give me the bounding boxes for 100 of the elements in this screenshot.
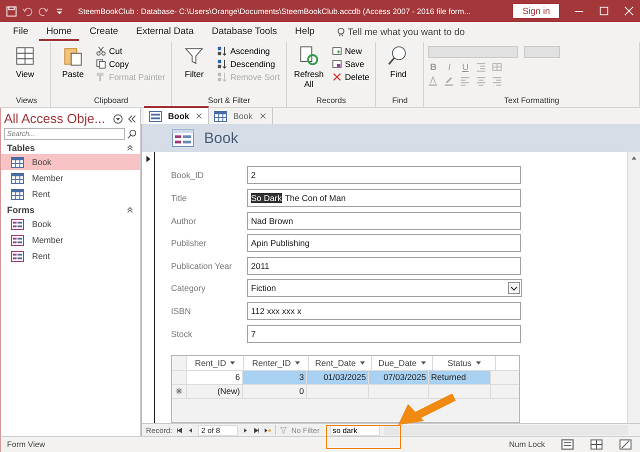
document-tab[interactable]: Book — [144, 106, 210, 124]
tell-me-field[interactable]: Tell me what you want to do — [346, 26, 500, 38]
lightbulb-icon — [336, 27, 346, 37]
table-cell: 07/03/2025 — [369, 370, 429, 384]
column-header[interactable]: Status — [433, 356, 496, 370]
search-icon[interactable] — [127, 129, 137, 139]
ribbon-button[interactable]: Save — [330, 58, 372, 70]
ribbon-tab[interactable]: Create — [82, 23, 126, 41]
ribbon-tab[interactable]: Help — [288, 23, 322, 41]
dropdown-arrow-icon[interactable] — [360, 360, 365, 365]
table-icon — [11, 188, 24, 200]
scrollbar[interactable] — [627, 152, 640, 423]
maximize-icon[interactable] — [599, 6, 609, 16]
group-label: Clipboard — [92, 96, 130, 107]
column-header[interactable]: Due_Date — [372, 356, 433, 370]
form-icon — [149, 110, 162, 122]
next-record-icon[interactable] — [242, 426, 250, 434]
field-label: Publisher — [171, 238, 208, 248]
navigation-item[interactable]: Book — [1, 154, 140, 170]
close-icon[interactable] — [195, 112, 204, 120]
section-header[interactable]: Forms — [7, 205, 35, 215]
navigation-item[interactable]: Rent — [1, 186, 140, 202]
collapse-icon[interactable] — [126, 206, 134, 214]
scrollbar[interactable] — [384, 425, 628, 435]
ribbon-button[interactable]: Delete — [330, 71, 372, 83]
funnel-icon — [280, 426, 288, 434]
scroll-up-icon[interactable] — [630, 154, 638, 162]
column-header[interactable]: Rent_Date — [309, 356, 372, 370]
new-record-icon — [175, 387, 183, 396]
font-color-icon[interactable] — [428, 76, 438, 86]
ribbon-button[interactable]: Paste — [55, 45, 91, 96]
ribbon-button[interactable]: Find — [380, 45, 416, 96]
navigation-item[interactable]: Book — [1, 216, 140, 232]
ribbon-tab[interactable]: File — [6, 23, 36, 41]
form-icon — [172, 129, 194, 147]
new-record-icon[interactable] — [264, 426, 272, 434]
ribbon-button[interactable]: Cut — [94, 45, 168, 57]
refresh-icon — [298, 45, 320, 67]
dropdown-circle-icon[interactable] — [113, 114, 123, 124]
ribbon-button[interactable]: New — [330, 45, 372, 57]
dropdown-arrow-icon[interactable] — [294, 360, 300, 365]
new-icon — [332, 46, 342, 56]
ribbon-button[interactable]: Filter — [176, 45, 212, 96]
sign-in-button[interactable]: Sign in — [513, 4, 559, 18]
brush-icon — [96, 72, 106, 82]
ribbon-button[interactable]: Ascending — [215, 45, 282, 57]
design-view-icon[interactable] — [619, 439, 632, 450]
ribbon-tab[interactable]: External Data — [129, 23, 201, 41]
pane-title: All Access Obje... — [4, 111, 106, 126]
dropdown-arrow-icon[interactable] — [420, 360, 426, 365]
table-cell: Returned — [429, 370, 491, 384]
redo-icon[interactable] — [38, 6, 49, 16]
text-field[interactable]: 112 xxx xxx x — [247, 302, 521, 320]
column-header[interactable]: Renter_ID — [244, 356, 309, 370]
navigation-item[interactable]: Member — [1, 232, 140, 248]
group-label: Find — [391, 96, 409, 107]
section-header[interactable]: Tables — [7, 143, 35, 153]
dropdown-arrow-icon[interactable] — [230, 360, 236, 365]
field-label: Category — [171, 283, 206, 294]
first-record-icon[interactable] — [176, 426, 184, 434]
text-field[interactable]: 2011 — [247, 256, 521, 275]
ribbon-button[interactable]: Descending — [215, 58, 282, 70]
field-label: Author — [171, 216, 198, 226]
combo-box[interactable]: Fiction — [247, 279, 522, 298]
form-view-icon[interactable] — [561, 439, 574, 450]
previous-record-icon[interactable] — [187, 426, 194, 434]
arrow-annotation — [396, 394, 458, 428]
scissors-icon — [96, 46, 106, 56]
ribbon-tab[interactable]: Database Tools — [204, 23, 284, 41]
column-header[interactable]: Rent_ID — [187, 356, 244, 370]
undo-icon[interactable] — [22, 6, 33, 16]
text-field[interactable]: 2 — [247, 166, 521, 184]
funnel-icon — [183, 45, 206, 67]
table-cell: 01/03/2025 — [307, 370, 369, 384]
collapse-icon[interactable] — [127, 114, 137, 124]
save-icon[interactable] — [6, 6, 17, 16]
ribbon-button[interactable]: View — [7, 45, 43, 96]
text-field[interactable]: So Dark The Con of Man — [247, 188, 521, 207]
table-icon — [11, 172, 24, 184]
field-label: Title — [171, 192, 188, 203]
sort-remove-icon — [217, 72, 228, 82]
form-icon — [11, 234, 24, 246]
last-record-icon[interactable] — [253, 426, 260, 434]
navigation-item[interactable]: Member — [1, 170, 140, 186]
navigation-item[interactable]: Rent — [1, 248, 140, 264]
table-cell: 6 — [187, 370, 243, 384]
ribbon-button[interactable]: Refresh All — [290, 45, 327, 96]
ribbon-button[interactable]: Copy — [94, 58, 168, 70]
text-field[interactable]: Nad Brown — [247, 212, 521, 230]
close-icon[interactable] — [258, 112, 267, 120]
text-field[interactable]: 7 — [247, 324, 521, 343]
text-field[interactable]: Apin Publishing — [247, 234, 521, 252]
copy-icon — [96, 59, 106, 69]
field-label: Publication Year — [171, 260, 233, 271]
field-label: ISBN — [171, 306, 192, 316]
dropdown-arrow-icon[interactable] — [476, 360, 481, 365]
layout-view-icon[interactable] — [590, 439, 603, 450]
ribbon-tab[interactable]: Home — [39, 23, 79, 41]
collapse-icon[interactable] — [126, 144, 134, 152]
dropdown-icon[interactable] — [508, 282, 520, 294]
